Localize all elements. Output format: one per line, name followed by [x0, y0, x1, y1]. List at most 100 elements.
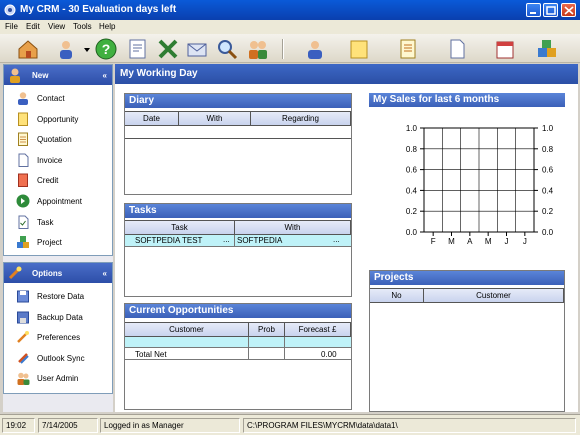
notes-toolbar-button[interactable] — [126, 37, 150, 61]
credit-icon — [18, 173, 28, 188]
diary-col-regarding[interactable]: Regarding — [251, 112, 351, 126]
y-tick-label-right: 1.0 — [542, 124, 554, 133]
calendar-toolbar-button[interactable] — [493, 37, 517, 61]
y-tick-label-right: 0.2 — [542, 207, 554, 216]
calendar-icon — [496, 41, 514, 59]
sidebar-option-backup-data[interactable]: Backup Data — [4, 307, 112, 328]
menu-tools[interactable]: Tools — [73, 22, 92, 31]
sidebar-item-label: Opportunity — [37, 114, 79, 124]
toolbar: ? — [0, 34, 580, 63]
total-label: Total Net — [135, 350, 167, 359]
restore-icon — [17, 290, 29, 303]
with-ellipsis[interactable]: ... — [333, 235, 340, 244]
cell-divider — [234, 235, 235, 247]
status-time: 19:02 — [2, 418, 35, 433]
toolbar-separator — [282, 39, 284, 59]
tasks-col-with[interactable]: With — [235, 221, 351, 235]
tasks-section: Tasks Task With SOFTPEDIA TEST ... SOFTP… — [124, 203, 352, 297]
sidebar-item-invoice[interactable]: Invoice — [4, 150, 112, 171]
sidebar-option-restore-data[interactable]: Restore Data — [4, 286, 112, 307]
y-tick-label-right: 0.8 — [542, 145, 554, 154]
user-toolbar-button[interactable] — [303, 37, 327, 61]
blank-page-toolbar-button[interactable] — [445, 37, 469, 61]
opp-col-forecast[interactable]: Forecast £ — [285, 323, 351, 337]
invoice-icon — [18, 153, 29, 167]
tasks-grid[interactable]: Task With SOFTPEDIA TEST ... SOFTPEDIA .… — [125, 220, 351, 247]
sidebar-item-appointment[interactable]: Appointment — [4, 191, 112, 212]
x-tick-label: J — [523, 237, 527, 246]
sidebar-item-project[interactable]: Project — [4, 232, 112, 253]
sidebar-item-credit[interactable]: Credit — [4, 170, 112, 191]
options-panel-header[interactable]: Options « — [4, 263, 112, 283]
y-tick-label: 1.0 — [406, 124, 418, 133]
menu-file[interactable]: File — [5, 22, 18, 31]
diary-empty-row[interactable] — [125, 126, 351, 139]
search-toolbar-button[interactable] — [215, 37, 239, 61]
diary-header: Diary — [125, 94, 351, 108]
opportunities-grid[interactable]: Customer Prob Forecast £ Total Net 0.00 — [125, 322, 351, 360]
home-toolbar-button[interactable] — [16, 37, 40, 61]
y-tick-label-right: 0.0 — [542, 228, 554, 237]
excel-toolbar-button[interactable] — [156, 37, 180, 61]
sidebar-item-contact[interactable]: Contact — [4, 88, 112, 109]
minimize-icon — [530, 12, 536, 14]
maximize-button[interactable] — [543, 3, 558, 17]
sidebar-item-task[interactable]: Task — [4, 212, 112, 233]
table-row[interactable] — [125, 337, 351, 348]
options-panel: Options « Restore Data Backup Data Prefere… — [3, 262, 113, 394]
sidebar-option-user-admin[interactable]: User Admin — [4, 368, 112, 389]
projects-col-no[interactable]: No — [370, 289, 424, 303]
boxes-toolbar-button[interactable] — [535, 37, 559, 61]
email-icon — [187, 43, 207, 57]
diary-grid[interactable]: Date With Regarding — [125, 111, 351, 139]
sidebar-option-preferences[interactable]: Preferences — [4, 327, 112, 348]
menu-help[interactable]: Help — [99, 22, 115, 31]
collapse-chevron-icon[interactable]: « — [103, 269, 107, 278]
sidebar-item-label: Credit — [37, 176, 59, 186]
tasks-col-task[interactable]: Task — [125, 221, 235, 235]
new-panel-title: New — [32, 71, 49, 80]
x-tick-label: F — [431, 237, 436, 246]
sidebar-item-opportunity[interactable]: Opportunity — [4, 109, 112, 130]
users-icon — [60, 41, 72, 59]
sidebar-item-quotation[interactable]: Quotation — [4, 129, 112, 150]
sidebar-option-label: Restore Data — [37, 292, 85, 301]
home-icon — [18, 40, 38, 59]
opp-col-prob[interactable]: Prob — [249, 323, 285, 337]
app-icon — [4, 4, 16, 16]
diary-col-date[interactable]: Date — [125, 112, 179, 126]
users-dropdown-button[interactable] — [82, 37, 92, 61]
projects-col-customer[interactable]: Customer — [424, 289, 564, 303]
minimize-button[interactable] — [526, 3, 541, 17]
email-toolbar-button[interactable] — [185, 37, 209, 61]
main-area: My Working Day Diary Date With Regarding… — [115, 64, 578, 412]
users-toolbar-button[interactable] — [54, 37, 78, 61]
status-bar: 19:02 7/14/2005 Logged in as Manager C:\… — [0, 414, 580, 435]
contacts-toolbar-button[interactable] — [246, 37, 270, 61]
sidebar-option-outlook-sync[interactable]: Outlook Sync — [4, 348, 112, 369]
menu-edit[interactable]: Edit — [26, 22, 40, 31]
collapse-chevron-icon[interactable]: « — [103, 71, 107, 80]
sticky-note-toolbar-button[interactable] — [347, 37, 371, 61]
sales-header: My Sales for last 6 months — [369, 93, 565, 107]
table-row[interactable]: SOFTPEDIA TEST ... SOFTPEDIA ... — [125, 235, 351, 247]
cell-divider — [248, 348, 249, 360]
document-toolbar-button[interactable] — [396, 37, 420, 61]
project-icon — [17, 236, 29, 249]
sidebar-item-label: Contact — [37, 94, 65, 103]
task-ellipsis[interactable]: ... — [223, 235, 230, 244]
diary-col-with[interactable]: With — [179, 112, 251, 126]
opp-col-customer[interactable]: Customer — [125, 323, 249, 337]
opportunities-title: Current Opportunities — [129, 305, 234, 316]
projects-grid[interactable]: No Customer — [370, 288, 564, 303]
new-panel: New « Contact Opportunity Quotation Invoice… — [3, 64, 113, 256]
sales-section: My Sales for last 6 months — [369, 93, 565, 107]
close-button[interactable] — [561, 3, 576, 17]
crm-window: My CRM - 30 Evaluation days left File Ed… — [0, 0, 580, 435]
sidebar-item-label: Appointment — [37, 196, 82, 206]
help-icon: ? — [95, 38, 117, 60]
total-row: Total Net 0.00 — [125, 348, 351, 360]
new-panel-header[interactable]: New « — [4, 65, 112, 85]
menu-view[interactable]: View — [48, 22, 65, 31]
help-toolbar-button[interactable]: ? — [94, 37, 118, 61]
